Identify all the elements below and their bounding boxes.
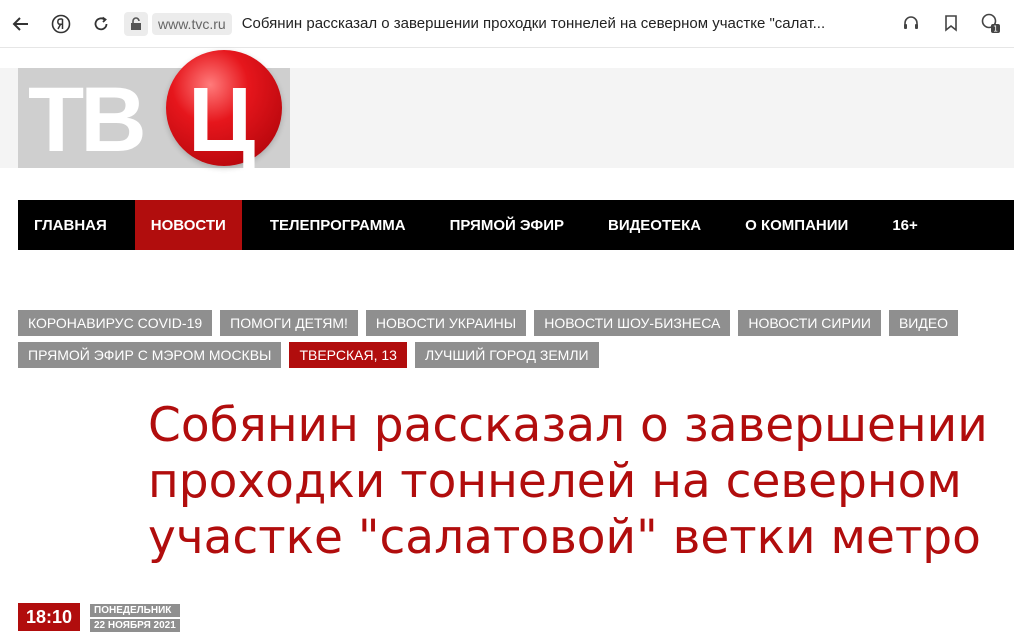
tag-syria-news[interactable]: НОВОСТИ СИРИИ [738,310,881,336]
back-button[interactable] [6,9,36,39]
nav-item-news[interactable]: НОВОСТИ [134,200,242,250]
headphones-icon [904,16,918,29]
tag-ukraine-news[interactable]: НОВОСТИ УКРАИНЫ [365,310,527,336]
nav-item-live[interactable]: ПРЯМОЙ ЭФИР [434,200,580,250]
shield-badge-icon: 1 [981,13,1000,34]
nav-item-about[interactable]: О КОМПАНИИ [729,200,864,250]
lock-icon [131,16,141,30]
tag-best-city[interactable]: ЛУЧШИЙ ГОРОД ЗЕМЛИ [414,342,599,368]
browser-toolbar: www.tvc.ru Собянин рассказал о завершени… [0,0,1014,48]
nav-item-age-rating[interactable]: 16+ [876,200,933,250]
article-date-text: 22 НОЯБРЯ 2021 [90,619,180,632]
article-time: 18:10 [18,603,80,631]
headphones-button[interactable] [898,9,924,37]
tag-covid[interactable]: КОРОНАВИРУС COVID-19 [18,310,213,336]
main-nav: ГЛАВНАЯ НОВОСТИ ТЕЛЕПРОГРАММА ПРЯМОЙ ЭФИ… [18,200,1014,250]
bookmark-icon [945,15,957,32]
reload-button[interactable] [86,9,116,39]
nav-item-main[interactable]: ГЛАВНАЯ [18,200,123,250]
site-logo[interactable]: ТВ Ц [18,50,290,171]
article-weekday: ПОНЕДЕЛЬНИК [90,604,180,617]
reload-icon [94,16,108,30]
address-domain[interactable]: www.tvc.ru [152,12,232,35]
tag-tverskaya-13[interactable]: ТВЕРСКАЯ, 13 [289,342,407,368]
nav-item-video-library[interactable]: ВИДЕОТЕКА [592,200,717,250]
logo-letters: ТВ [28,69,147,171]
yandex-icon [51,14,71,33]
svg-text:1: 1 [993,25,998,34]
tag-showbiz-news[interactable]: НОВОСТИ ШОУ-БИЗНЕСА [534,310,731,336]
yandex-button[interactable] [46,9,76,39]
protect-button[interactable]: 1 [978,9,1004,37]
arrow-left-icon [12,16,28,31]
logo-ball-letter: Ц [188,69,255,171]
tag-video[interactable]: ВИДЕО [888,310,959,336]
article-date: ПОНЕДЕЛЬНИК 22 НОЯБРЯ 2021 [90,604,180,632]
page-title-in-address-bar[interactable]: Собянин рассказал о завершении проходки … [242,15,882,32]
tag-help-children[interactable]: ПОМОГИ ДЕТЯМ! [220,310,358,336]
topic-tags: КОРОНАВИРУС COVID-19 ПОМОГИ ДЕТЯМ! НОВОС… [18,310,998,368]
tag-live-with-mayor[interactable]: ПРЯМОЙ ЭФИР С МЭРОМ МОСКВЫ [18,342,282,368]
site-info-button[interactable] [124,11,148,36]
article-headline: Собянин рассказал о завершении проходки … [148,398,988,565]
nav-item-tv-program[interactable]: ТЕЛЕПРОГРАММА [254,200,422,250]
bookmark-button[interactable] [938,9,964,37]
